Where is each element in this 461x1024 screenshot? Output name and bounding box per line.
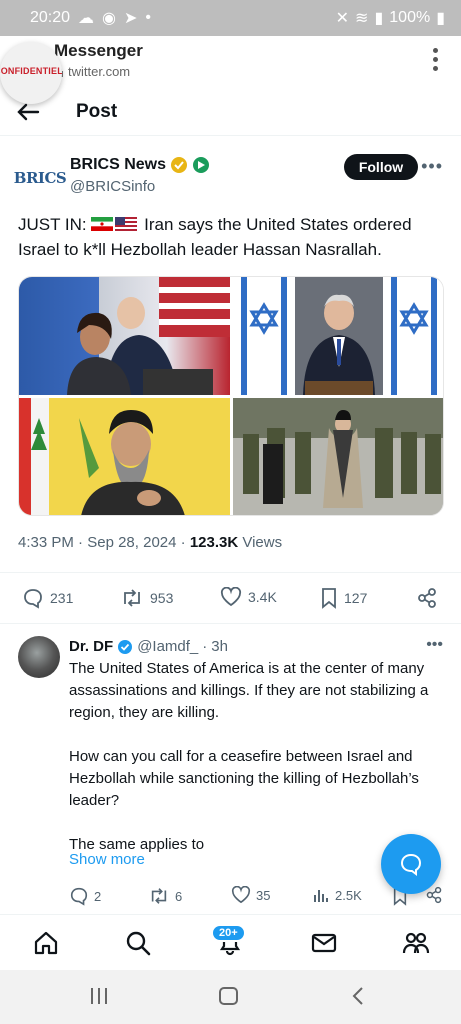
tweet-time: 4:33 PM <box>18 534 74 551</box>
telegram-icon: ➤ <box>124 10 138 27</box>
tweet-date: Sep 28, 2024 <box>87 534 177 551</box>
verified-badge-icon <box>171 157 188 173</box>
notification-badge: 20+ <box>211 924 246 942</box>
reply-button[interactable]: 231 <box>22 587 73 609</box>
tweet-prefix: JUST IN: <box>18 215 87 234</box>
author-name: BRICS News <box>70 156 167 173</box>
reply-author-row[interactable]: Dr. DF @Iamdf_ · 3h <box>69 638 228 655</box>
reply-repost-button[interactable]: 6 <box>148 886 182 906</box>
tweet-author: BRICS BRICS News @BRICSinfo Follow ••• <box>14 150 443 200</box>
share-button[interactable] <box>416 587 438 609</box>
app-url: twitter.com <box>54 64 130 79</box>
app-bar: Messenger twitter.com CONFIDENTIELLT <box>0 36 461 104</box>
app-menu-icon[interactable] <box>433 48 439 72</box>
reply-count: 231 <box>50 590 74 606</box>
back-button-icon[interactable] <box>350 986 366 1006</box>
like-count: 3.4K <box>248 589 277 605</box>
status-bar: 20:20 ☁ ◉ ➤ • ✕ ≋ ▮ 100% ▮ <box>0 0 461 36</box>
chat-bubble-icon <box>400 853 422 876</box>
reply-actions: 2 6 35 2.5K <box>0 886 461 906</box>
tweet-text: JUST IN: Iran says the United States ord… <box>18 212 443 262</box>
communities-icon[interactable] <box>402 929 430 957</box>
reply-paragraph: The United States of America is at the c… <box>69 660 429 721</box>
reply-avatar[interactable] <box>18 636 60 678</box>
url-text: twitter.com <box>68 64 131 79</box>
like-button[interactable]: 3.4K <box>220 587 277 607</box>
post-header: Post <box>0 88 461 136</box>
cloud-icon: ☁ <box>78 10 95 27</box>
tweet-meta: 4:33 PM · Sep 28, 2024 · 123.3K Views <box>18 534 283 551</box>
mute-icon: ✕ <box>335 10 350 27</box>
media-grid[interactable] <box>18 276 444 516</box>
reply-repost-count: 6 <box>175 888 183 904</box>
reply-views-button[interactable]: 2.5K <box>312 886 362 904</box>
home-icon[interactable] <box>32 929 60 957</box>
iran-flag-icon <box>91 217 114 231</box>
photo-khamenei-military[interactable] <box>232 397 443 515</box>
reply-reply-button[interactable]: 2 <box>69 886 101 906</box>
dot-icon: • <box>145 9 152 26</box>
more-icon[interactable]: ••• <box>421 156 443 177</box>
heart-icon <box>231 886 251 904</box>
repost-count: 953 <box>150 590 174 606</box>
search-icon[interactable] <box>124 929 152 957</box>
author-handle[interactable]: @BRICSinfo <box>70 178 155 195</box>
reply-like-button[interactable]: 35 <box>231 886 270 904</box>
photo-biden-harris[interactable] <box>19 277 230 395</box>
affiliate-badge-icon <box>193 157 210 173</box>
bookmark-count: 127 <box>344 590 368 606</box>
reply-handle: @Iamdf_ <box>137 638 199 655</box>
verified-icon <box>118 639 133 654</box>
reply-paragraph: How can you call for a ceasefire between… <box>69 748 419 809</box>
app-title: Messenger <box>54 41 143 60</box>
bookmark-icon <box>322 588 336 609</box>
heart-icon <box>220 587 242 607</box>
reply-more-icon[interactable]: ••• <box>426 636 443 654</box>
photo-netanyahu[interactable] <box>232 277 443 395</box>
bottom-tab-bar <box>0 914 461 970</box>
system-nav-bar <box>0 970 461 1024</box>
recent-apps-icon[interactable] <box>88 986 110 1006</box>
compose-reply-button[interactable] <box>381 834 441 894</box>
tweet-actions: 231 953 3.4K 127 <box>0 572 461 624</box>
author-name-row[interactable]: BRICS News <box>70 156 210 174</box>
reply-reply-count: 2 <box>94 888 102 904</box>
show-more-link[interactable]: Show more <box>69 851 145 868</box>
repost-icon <box>151 888 167 904</box>
status-time: 20:20 <box>30 9 71 26</box>
reply-views-count: 2.5K <box>335 887 362 903</box>
reply-author-name: Dr. DF <box>69 638 114 655</box>
reply-icon <box>70 887 88 906</box>
wifi-icon: ≋ <box>355 10 369 27</box>
reply-age: 3h <box>211 638 228 655</box>
views-label: Views <box>242 534 283 551</box>
avatar[interactable]: BRICS <box>14 156 67 200</box>
views-count: 123.3K <box>189 534 239 551</box>
reply-body: The United States of America is at the c… <box>69 658 441 878</box>
mail-icon[interactable] <box>310 929 338 957</box>
follow-button[interactable]: Follow <box>344 154 418 180</box>
battery-icon: ▮ <box>436 10 445 27</box>
reply-like-count: 35 <box>256 887 271 903</box>
signal-icon: ▮ <box>374 10 384 27</box>
usa-flag-icon <box>115 217 138 231</box>
battery-text: 100% <box>389 9 431 26</box>
back-arrow-icon[interactable] <box>14 98 42 126</box>
reply-icon <box>24 589 42 609</box>
page-title: Post <box>76 101 118 122</box>
analytics-icon <box>314 890 328 902</box>
bookmark-button[interactable]: 127 <box>320 587 367 609</box>
browser-icon: ◉ <box>102 10 117 27</box>
home-button-icon[interactable] <box>218 986 240 1006</box>
stamp-text: CONFIDENTIELLT <box>0 66 62 76</box>
photo-nasrallah[interactable] <box>19 397 230 515</box>
repost-button[interactable]: 953 <box>120 587 173 609</box>
repost-icon <box>124 589 140 607</box>
share-icon <box>418 588 436 608</box>
